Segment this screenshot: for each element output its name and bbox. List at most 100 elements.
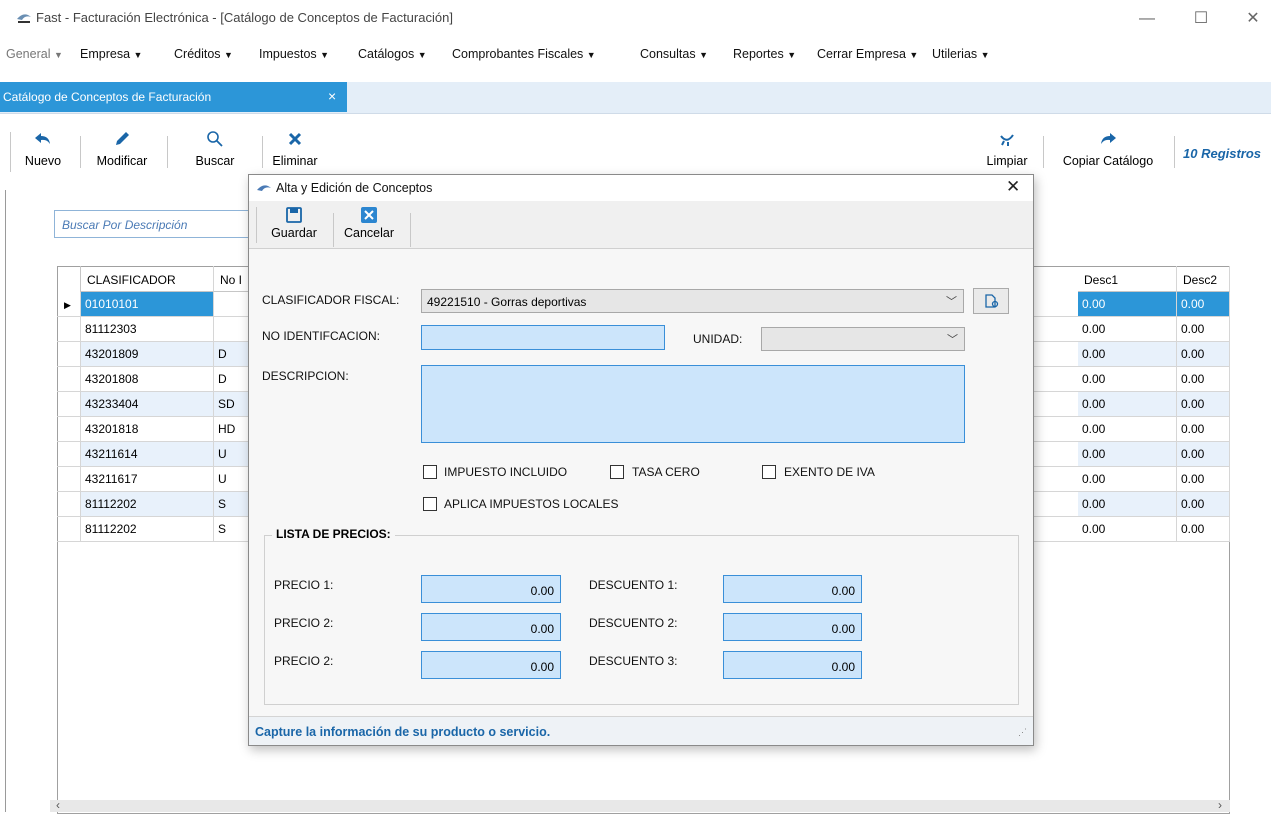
descuento3-input[interactable]: 0.00 <box>723 651 862 679</box>
exento-iva-checkbox[interactable] <box>762 465 776 479</box>
cell-desc2[interactable]: 0.00 <box>1177 317 1230 341</box>
cell-clasificador[interactable]: 81112303 <box>81 317 214 341</box>
descuento2-label: DESCUENTO 2: <box>589 616 678 630</box>
column-header-clasificador[interactable]: CLASIFICADOR <box>81 266 214 292</box>
maximize-button[interactable]: ☐ <box>1186 6 1216 32</box>
row-indicator[interactable] <box>57 442 81 466</box>
cell-clasificador[interactable]: 01010101 <box>81 292 214 316</box>
row-indicator[interactable] <box>57 367 81 391</box>
precio1-value: 0.00 <box>530 584 554 598</box>
guardar-button[interactable]: Guardar <box>266 206 322 240</box>
row-indicator[interactable] <box>57 517 81 541</box>
cell-desc2[interactable]: 0.00 <box>1177 467 1230 491</box>
cell-desc1[interactable]: 0.00 <box>1078 517 1177 541</box>
menu-creditos[interactable]: Créditos ▼ <box>174 47 233 61</box>
precio1-input[interactable]: 0.00 <box>421 575 561 603</box>
eliminar-button[interactable]: Eliminar <box>270 130 320 168</box>
cell-desc2[interactable]: 0.00 <box>1177 492 1230 516</box>
cell-desc1[interactable]: 0.00 <box>1078 367 1177 391</box>
menu-utilerias[interactable]: Utilerias ▼ <box>932 47 990 61</box>
minimize-button[interactable]: — <box>1132 6 1162 32</box>
precio3-value: 0.00 <box>530 660 554 674</box>
toolbar-grip <box>256 207 257 243</box>
column-header-desc1[interactable]: Desc1 <box>1078 266 1177 292</box>
exento-iva-label: EXENTO DE IVA <box>784 465 875 479</box>
cell-desc2[interactable]: 0.00 <box>1177 342 1230 366</box>
cell-desc1[interactable]: 0.00 <box>1078 417 1177 441</box>
menu-consultas[interactable]: Consultas ▼ <box>640 47 708 61</box>
modificar-button[interactable]: Modificar <box>88 130 156 168</box>
cell-desc2[interactable]: 0.00 <box>1177 392 1230 416</box>
descuento1-value: 0.00 <box>831 584 855 598</box>
menu-reportes[interactable]: Reportes ▼ <box>733 47 796 61</box>
row-indicator[interactable] <box>57 317 81 341</box>
menu-catalogos[interactable]: Catálogos ▼ <box>358 47 427 61</box>
descripcion-textarea[interactable] <box>421 365 965 443</box>
cell-desc2[interactable]: 0.00 <box>1177 517 1230 541</box>
column-header-desc2[interactable]: Desc2 <box>1177 266 1230 292</box>
menu-empresa[interactable]: Empresa ▼ <box>80 47 142 61</box>
cell-desc1[interactable]: 0.00 <box>1078 292 1177 316</box>
row-indicator[interactable] <box>57 492 81 516</box>
buscar-button[interactable]: Buscar <box>190 130 240 168</box>
cell-clasificador[interactable]: 43211617 <box>81 467 214 491</box>
no-identificacion-input[interactable] <box>421 325 665 350</box>
descuento2-input[interactable]: 0.00 <box>723 613 862 641</box>
close-window-button[interactable]: ✕ <box>1238 6 1268 32</box>
cell-clasificador[interactable]: 43211614 <box>81 442 214 466</box>
nuevo-button[interactable]: Nuevo <box>20 130 66 168</box>
cell-desc2[interactable]: 0.00 <box>1177 442 1230 466</box>
search-icon <box>190 130 240 152</box>
cell-clasificador[interactable]: 43201808 <box>81 367 214 391</box>
clasificador-fiscal-select[interactable]: 49221510 - Gorras deportivas ﹀ <box>421 289 964 313</box>
descripcion-label: DESCRIPCION: <box>262 369 349 383</box>
impuesto-incluido-checkbox[interactable] <box>423 465 437 479</box>
precio3-input[interactable]: 0.00 <box>421 651 561 679</box>
cell-desc1[interactable]: 0.00 <box>1078 392 1177 416</box>
cell-desc1[interactable]: 0.00 <box>1078 492 1177 516</box>
menu-impuestos[interactable]: Impuestos ▼ <box>259 47 329 61</box>
resize-grip-icon[interactable]: ⋰ <box>1018 727 1027 738</box>
cell-desc2[interactable]: 0.00 <box>1177 367 1230 391</box>
scroll-left-icon[interactable]: ‹ <box>56 798 60 812</box>
menu-comprobantes[interactable]: Comprobantes Fiscales ▼ <box>452 47 596 61</box>
record-count: 10 Registros <box>1183 146 1262 161</box>
cell-desc1[interactable]: 0.00 <box>1078 467 1177 491</box>
cell-desc2[interactable]: 0.00 <box>1177 292 1230 316</box>
lookup-button[interactable] <box>973 288 1009 314</box>
scroll-right-icon[interactable]: › <box>1218 798 1222 812</box>
toolbar-separator <box>1043 136 1044 168</box>
cell-desc1[interactable]: 0.00 <box>1078 342 1177 366</box>
tab-catalogo-conceptos[interactable]: Catálogo de Conceptos de Facturación × <box>0 82 347 112</box>
precio2-input[interactable]: 0.00 <box>421 613 561 641</box>
row-indicator[interactable] <box>57 417 81 441</box>
copiar-catalogo-button[interactable]: Copiar Catálogo <box>1052 130 1164 168</box>
cell-clasificador[interactable]: 81112202 <box>81 492 214 516</box>
search-input[interactable]: Buscar Por Descripción <box>54 210 259 238</box>
tasa-cero-checkbox[interactable] <box>610 465 624 479</box>
menu-cerrar-empresa[interactable]: Cerrar Empresa ▼ <box>817 47 918 61</box>
aplica-impuestos-locales-checkbox[interactable] <box>423 497 437 511</box>
horizontal-scrollbar[interactable]: ‹ › <box>50 798 1230 812</box>
cell-clasificador[interactable]: 43201809 <box>81 342 214 366</box>
toolbar-grip <box>10 132 11 172</box>
cancelar-button[interactable]: Cancelar <box>338 206 400 240</box>
cell-clasificador[interactable]: 43233404 <box>81 392 214 416</box>
row-indicator[interactable] <box>57 392 81 416</box>
dialog-close-button[interactable]: ✕ <box>1006 177 1020 197</box>
menu-general[interactable]: General ▼ <box>6 47 63 61</box>
cell-clasificador[interactable]: 81112202 <box>81 517 214 541</box>
row-indicator[interactable]: ▶ <box>57 292 81 316</box>
no-identificacion-label: NO IDENTIFCACION: <box>262 329 381 343</box>
row-indicator[interactable] <box>57 467 81 491</box>
cell-desc2[interactable]: 0.00 <box>1177 417 1230 441</box>
cell-desc1[interactable]: 0.00 <box>1078 317 1177 341</box>
menu-bar: General ▼ Empresa ▼ Créditos ▼ Impuestos… <box>0 42 1271 66</box>
limpiar-button[interactable]: Limpiar <box>982 130 1032 168</box>
unidad-select[interactable]: ﹀ <box>761 327 965 351</box>
tab-close-icon[interactable]: × <box>328 88 336 104</box>
cell-desc1[interactable]: 0.00 <box>1078 442 1177 466</box>
descuento1-input[interactable]: 0.00 <box>723 575 862 603</box>
row-indicator[interactable] <box>57 342 81 366</box>
cell-clasificador[interactable]: 43201818 <box>81 417 214 441</box>
